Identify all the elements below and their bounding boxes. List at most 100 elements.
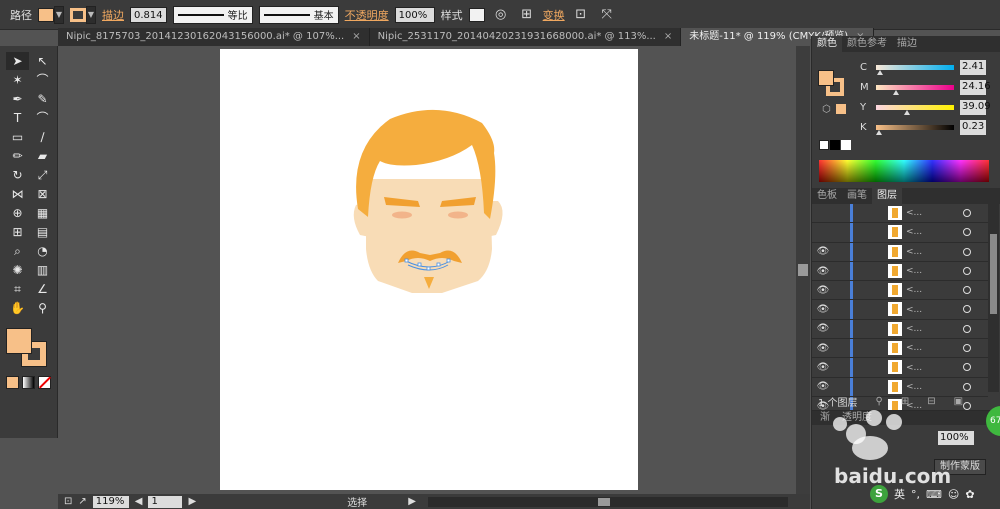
tab-gradient[interactable]: 渐 — [820, 411, 830, 425]
visibility-eye-icon[interactable]: 👁 — [812, 266, 834, 277]
share-icon[interactable]: ↗ — [78, 496, 86, 507]
none-mode-button[interactable] — [38, 376, 52, 389]
rotate-tool-icon[interactable]: ↻ — [6, 166, 29, 184]
layer-row[interactable]: 👁 <... — [812, 358, 988, 378]
gradient-mode-button[interactable] — [22, 376, 35, 389]
white-swatch[interactable] — [841, 140, 851, 150]
visibility-eye-icon[interactable]: 👁 — [812, 285, 834, 296]
target-icon[interactable] — [963, 382, 971, 391]
perspective-grid-tool-icon[interactable]: ▦ — [31, 204, 54, 222]
opacity-field[interactable]: 100% — [394, 6, 435, 23]
tab-document-2[interactable]: Nipic_2531170_20140420231931668000.ai* @… — [370, 28, 682, 46]
zoom-tool-icon[interactable]: ⚲ — [31, 299, 54, 317]
width-tool-icon[interactable]: ⋈ — [6, 185, 29, 203]
zoom-field[interactable]: 119% — [92, 495, 129, 508]
hand-tool-icon[interactable]: ✋ — [6, 299, 29, 317]
arrange-icon[interactable]: ⤧ — [597, 6, 617, 24]
layer-row[interactable]: 👁 <... — [812, 281, 988, 301]
black-slider[interactable] — [876, 125, 954, 135]
user-icon[interactable]: ☺ — [948, 488, 959, 501]
tab-stroke[interactable]: 描边 — [892, 36, 922, 52]
yellow-slider[interactable] — [876, 105, 954, 115]
fill-color-box[interactable] — [6, 328, 32, 354]
artboard[interactable] — [220, 49, 638, 490]
layer-name[interactable]: <... — [906, 305, 922, 315]
close-icon[interactable]: × — [664, 28, 672, 46]
layer-name[interactable]: <... — [906, 266, 922, 276]
layer-row[interactable]: <... — [812, 223, 988, 243]
style-swatch[interactable] — [468, 7, 485, 22]
pencil-tool-icon[interactable]: ✏ — [6, 147, 29, 165]
artboard-nav-icon[interactable]: ⊡ — [64, 496, 72, 507]
color-spectrum[interactable] — [819, 160, 989, 182]
align-icon[interactable]: ⊞ — [517, 6, 537, 24]
delete-icon[interactable]: ▣ — [954, 396, 963, 407]
slice-tool-icon[interactable]: ∠ — [31, 280, 54, 298]
target-icon[interactable] — [963, 344, 971, 353]
tab-brushes[interactable]: 画笔 — [842, 188, 872, 204]
next-artboard-icon[interactable]: ▶ — [188, 496, 196, 507]
prev-artboard-icon[interactable]: ◀ — [135, 496, 143, 507]
locate-object-icon[interactable]: ⚲ — [876, 396, 883, 407]
status-arrow-icon[interactable]: ▶ — [408, 496, 416, 507]
ime-language[interactable]: 英 — [894, 486, 905, 502]
keyboard-icon[interactable]: ⌨ — [926, 488, 942, 501]
tab-color[interactable]: 颜色 — [812, 36, 842, 52]
scale-tool-icon[interactable]: ⤢ — [31, 166, 54, 184]
tab-document-1[interactable]: Nipic_8175703_20141230162043156000.ai* @… — [58, 28, 370, 46]
layer-name[interactable]: <... — [906, 324, 922, 334]
layer-row[interactable]: 👁 <... — [812, 319, 988, 340]
paintbrush-tool-icon[interactable]: ∕ — [31, 128, 54, 146]
cyan-slider[interactable] — [876, 65, 954, 75]
layer-row[interactable]: 👁 <... — [812, 339, 988, 359]
variable-width-profile[interactable]: 等比 — [172, 5, 253, 24]
slider-knob[interactable] — [893, 90, 899, 95]
lasso-tool-icon[interactable]: ⌒ — [31, 71, 54, 89]
fill-stroke-widget[interactable] — [6, 328, 52, 372]
visibility-eye-icon[interactable]: 👁 — [812, 246, 834, 257]
tab-layers[interactable]: 图层 — [872, 188, 902, 204]
arc-tool-icon[interactable]: ⌒ — [31, 109, 54, 127]
target-icon[interactable] — [963, 324, 971, 333]
horizontal-scrollbar[interactable] — [427, 496, 788, 507]
slider-knob[interactable] — [904, 110, 910, 115]
eyedropper-tool-icon[interactable]: ⌕ — [6, 242, 29, 260]
layer-name[interactable]: <... — [906, 343, 922, 353]
layer-row[interactable]: 👁 <... — [812, 300, 988, 320]
artboard-number-field[interactable]: 1 — [148, 495, 183, 508]
free-transform-tool-icon[interactable]: ⊠ — [31, 185, 54, 203]
visibility-eye-icon[interactable]: 👁 — [812, 362, 834, 373]
eraser-tool-icon[interactable]: ▰ — [31, 147, 54, 165]
layer-name[interactable]: <... — [906, 363, 922, 373]
recolor-icon[interactable]: ◎ — [491, 6, 511, 24]
tab-color-guide[interactable]: 颜色参考 — [842, 36, 892, 52]
target-icon[interactable] — [963, 286, 971, 295]
skin-icon[interactable]: ✿ — [965, 488, 974, 501]
black-value[interactable]: 0.23 — [960, 120, 986, 135]
magenta-value[interactable]: 24.16 — [960, 80, 991, 95]
opacity-link[interactable]: 不透明度 — [345, 7, 389, 23]
layer-name[interactable]: <... — [906, 247, 922, 257]
vertical-scrollbar[interactable] — [796, 46, 810, 494]
layer-name[interactable]: <... — [906, 208, 922, 218]
ime-badge[interactable]: S — [870, 485, 888, 503]
color-mode-button[interactable] — [6, 376, 19, 389]
target-icon[interactable] — [963, 228, 971, 237]
black-swatch[interactable] — [830, 140, 840, 150]
none-swatch[interactable] — [819, 140, 829, 150]
make-mask-button[interactable]: 制作蒙版 — [934, 459, 986, 475]
visibility-eye-icon[interactable]: 👁 — [812, 343, 834, 354]
new-sublayer-icon[interactable]: ⊞ — [901, 396, 909, 407]
symbol-sprayer-tool-icon[interactable]: ✺ — [6, 261, 29, 279]
layer-name[interactable]: <... — [906, 227, 922, 237]
target-icon[interactable] — [963, 209, 971, 217]
new-layer-icon[interactable]: ⊟ — [927, 396, 935, 407]
mesh-tool-icon[interactable]: ⊞ — [6, 223, 29, 241]
shape-builder-tool-icon[interactable]: ⊕ — [6, 204, 29, 222]
blend-tool-icon[interactable]: ◔ — [31, 242, 54, 260]
layer-row[interactable]: 👁 <... — [812, 242, 988, 262]
close-icon[interactable]: × — [352, 28, 360, 46]
slider-knob[interactable] — [877, 70, 883, 75]
stroke-dropdown[interactable]: ▼ — [70, 5, 96, 24]
stroke-panel-link[interactable]: 描边 — [102, 7, 124, 23]
